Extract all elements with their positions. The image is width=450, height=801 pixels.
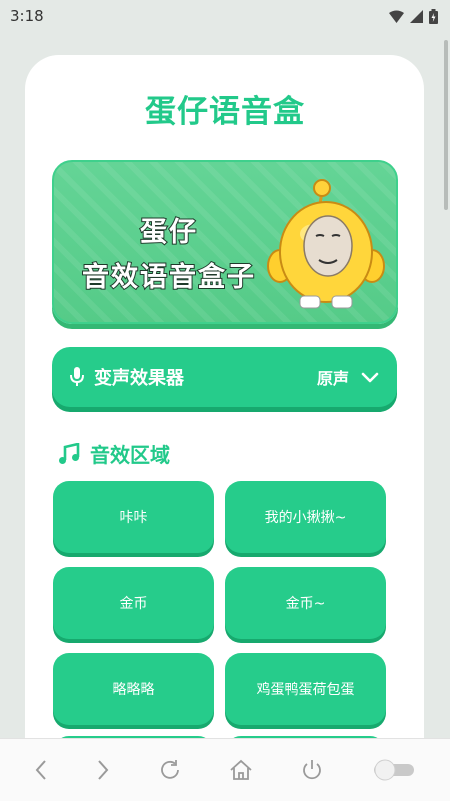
refresh-icon[interactable] (159, 759, 181, 781)
section-title: 音效区域 (90, 443, 170, 467)
sound-button[interactable]: 金币~ (225, 567, 386, 639)
voice-changer-label: 变声效果器 (94, 368, 184, 389)
power-icon[interactable] (301, 759, 323, 781)
microphone-icon (70, 367, 84, 386)
hero-banner[interactable]: 蛋仔 音效语音盒子 (52, 160, 398, 324)
sound-button[interactable]: 金币 (53, 567, 214, 639)
music-note-icon (59, 442, 80, 464)
status-time: 3:18 (10, 7, 44, 25)
status-bar: 3:18 (0, 0, 450, 32)
section-header: 音效区域 (58, 439, 170, 468)
sound-button[interactable]: 鸡蛋鸭蛋荷包蛋 (225, 653, 386, 725)
banner-subtitle: 音效语音盒子 (81, 261, 256, 294)
back-icon[interactable] (34, 759, 48, 781)
sound-button[interactable]: 我的小揪揪~ (225, 481, 386, 553)
voice-changer-selector[interactable]: 变声效果器 原声 (52, 347, 397, 407)
home-icon[interactable] (229, 759, 253, 781)
banner-title: 蛋仔 (139, 216, 198, 249)
wifi-icon (389, 10, 404, 23)
status-icons (389, 8, 438, 24)
sound-button[interactable]: 咔咔 (53, 481, 214, 553)
sound-button[interactable]: 略略略 (53, 653, 214, 725)
toggle-switch[interactable] (372, 759, 416, 781)
eggy-mascot-image (267, 179, 385, 309)
bottom-nav-bar (0, 738, 450, 801)
page-title: 蛋仔语音盒 (145, 94, 305, 130)
battery-icon (429, 8, 438, 24)
signal-icon (410, 9, 423, 23)
chevron-down-icon (361, 372, 379, 382)
forward-icon[interactable] (96, 759, 110, 781)
voice-changer-value: 原声 (316, 369, 349, 388)
sound-grid: 咔咔 我的小揪揪~ 金币 金币~ 略略略 鸡蛋鸭蛋荷包蛋 (53, 481, 388, 725)
